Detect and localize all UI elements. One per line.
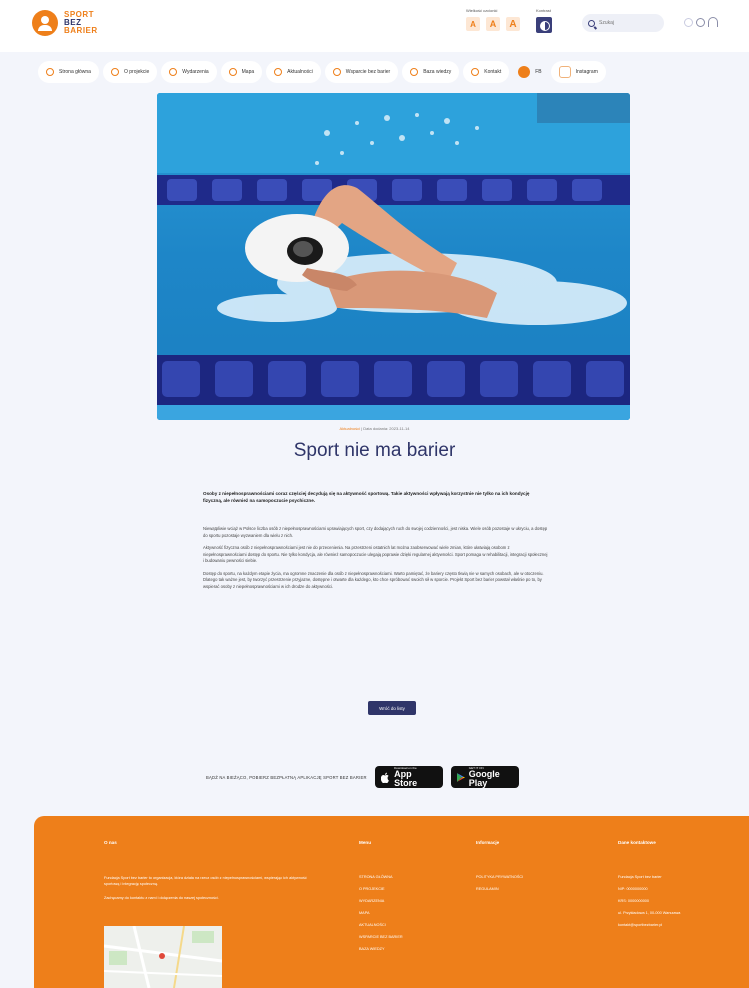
user-icon[interactable] — [708, 17, 718, 27]
article-category[interactable]: Aktualności — [340, 426, 360, 431]
footer-contact-title: Dane kontaktowe — [618, 840, 656, 845]
logo-icon — [32, 10, 58, 36]
nav-item-contact[interactable]: Kontakt — [463, 61, 510, 83]
footer-contact-email[interactable]: kontakt@sportbezbarier.pl — [618, 923, 680, 927]
footer-map[interactable] — [104, 926, 222, 988]
contrast-toggle-button[interactable] — [536, 17, 552, 33]
logo-line-3: BARIER — [64, 26, 98, 35]
footer-contact: Dane kontaktowe Fundacja Sport bez barie… — [618, 840, 680, 935]
header-icons — [684, 17, 718, 27]
home-icon — [46, 68, 54, 76]
nav-item-map[interactable]: Mapa — [220, 61, 263, 83]
footer-contact-item: ul. Przykładowa 1, 00-000 Warszawa — [618, 911, 681, 915]
nav-item-label: Wydarzenia — [182, 69, 209, 75]
nav-item-instagram[interactable]: Instagram — [550, 61, 606, 83]
footer-info-title: Informacje — [476, 840, 500, 845]
footer-about-text: Fundacja Sport bez barier to organizacja… — [104, 876, 307, 886]
footer-menu-link[interactable]: STRONA GŁÓWNA — [359, 875, 403, 879]
footer-info: Informacje POLITYKA PRYWATNOŚCI REGULAMI… — [476, 840, 523, 899]
footer-menu-title: Menu — [359, 840, 371, 845]
font-large-button[interactable]: A — [506, 17, 520, 31]
nav-item-support[interactable]: Wsparcie bez barier — [324, 61, 399, 83]
search-box — [582, 14, 664, 32]
nav-item-label: Mapa — [241, 69, 255, 75]
footer-menu-link[interactable]: BAZA WIEDZY — [359, 947, 403, 951]
footer-contact-item: Fundacja Sport bez barier — [618, 875, 662, 879]
nav-item-label: Wsparcie bez barier — [345, 69, 391, 75]
book-icon — [410, 68, 419, 76]
footer-menu-link[interactable]: O PROJEKCIE — [359, 887, 403, 891]
font-size-label: Wielkość czcionki — [466, 8, 498, 13]
app-store-label: App Store — [394, 768, 418, 788]
nav-item-about[interactable]: O projekcie — [102, 61, 158, 83]
article-hero-image — [157, 93, 630, 420]
map-icon — [228, 68, 237, 76]
article-meta: Aktualności | Data dodania: 2023-11-14 — [0, 426, 749, 431]
footer-about: O nas Fundacja Sport bez barier to organ… — [104, 840, 322, 909]
nav-item-knowledge[interactable]: Baza wiedzy — [402, 61, 460, 83]
footer-contact-item: NIP: 0000000000 — [618, 887, 648, 891]
nav-item-events[interactable]: Wydarzenia — [161, 61, 217, 83]
google-play-label: Google Play — [468, 768, 500, 788]
article-paragraph: Niewątpliwie wciąż w Polsce liczba osób … — [203, 526, 548, 538]
phone-icon — [471, 68, 480, 76]
footer-contact-item: KRS: 0000000000 — [618, 899, 650, 903]
nav-item-facebook[interactable]: FB — [513, 61, 546, 83]
article-body: Osoby z niepełnosprawnościami coraz częś… — [203, 490, 549, 596]
footer-menu-link[interactable]: WSPARCIE BEZ BARIER — [359, 935, 403, 939]
nav-item-home[interactable]: Strona główna — [38, 61, 99, 83]
article-lead: Osoby z niepełnosprawnościami coraz częś… — [203, 491, 530, 503]
footer-info-link[interactable]: REGULAMIN — [476, 887, 523, 891]
nav-item-label: Strona główna — [59, 69, 91, 75]
nav-item-label: Instagram — [575, 69, 598, 75]
map-image — [104, 926, 222, 988]
settings-icon[interactable] — [696, 17, 705, 27]
footer-menu-link[interactable]: WYDARZENIA — [359, 899, 403, 903]
support-icon — [332, 68, 341, 76]
contrast-label: Kontrast — [536, 8, 551, 13]
logo[interactable]: SPORT BEZ BARIER — [32, 10, 98, 36]
nav-item-label: Aktualności — [287, 69, 313, 75]
nav-item-news[interactable]: Aktualności — [266, 61, 321, 83]
logo-text: SPORT BEZ BARIER — [64, 11, 98, 35]
footer-info-link[interactable]: POLITYKA PRYWATNOŚCI — [476, 875, 523, 879]
nav-item-label: FB — [535, 69, 542, 75]
swimmer-photo — [157, 93, 630, 420]
app-download-bar: BĄDŹ NA BIEŻĄCO, POBIERZ BEZPŁATNĄ APLIK… — [206, 766, 519, 788]
footer-about-title: O nas — [104, 840, 117, 845]
facebook-icon — [518, 66, 531, 78]
nav-item-label: Baza wiedzy — [423, 69, 452, 75]
article-title: Sport nie ma barier — [293, 440, 456, 461]
contrast-controls: Kontrast — [536, 8, 552, 33]
google-play-icon — [456, 772, 465, 782]
back-to-list-button[interactable]: Wróć do listy — [368, 701, 416, 715]
footer-menu-link[interactable]: MAPA — [359, 911, 403, 915]
calendar-icon — [169, 68, 178, 76]
footer: O nas Fundacja Sport bez barier to organ… — [34, 816, 749, 988]
news-icon — [274, 68, 283, 76]
accessibility-icon[interactable] — [684, 17, 693, 27]
footer-menu-link[interactable]: AKTUALNOŚCI — [359, 923, 403, 927]
google-play-button[interactable]: GET IT ON Google Play — [450, 766, 519, 788]
nav-item-label: Kontakt — [484, 69, 502, 75]
footer-about-text: Zachęcamy do kontaktu z nami i dołączeni… — [104, 896, 219, 900]
article-paragraph: Dostęp do sportu, na każdym etapie życia… — [203, 570, 544, 589]
font-size-controls: Wielkość czcionki A A A — [466, 8, 520, 31]
footer-menu: Menu STRONA GŁÓWNA O PROJEKCIE WYDARZENI… — [359, 840, 403, 959]
article-date: Data dodania: 2023-11-14 — [363, 426, 410, 431]
search-icon[interactable] — [588, 19, 595, 27]
nav-item-label: O projekcie — [123, 69, 150, 75]
article-paragraph: Aktywność fizyczna osób z niepełnosprawn… — [203, 545, 548, 563]
font-small-button[interactable]: A — [466, 17, 480, 31]
instagram-icon — [558, 66, 571, 78]
app-download-text: BĄDŹ NA BIEŻĄCO, POBIERZ BEZPŁATNĄ APLIK… — [206, 774, 367, 780]
header: SPORT BEZ BARIER Wielkość czcionki A A A… — [0, 0, 749, 52]
font-medium-button[interactable]: A — [486, 17, 500, 31]
app-store-button[interactable]: Download on the App Store — [374, 766, 443, 788]
search-input[interactable] — [599, 20, 655, 26]
info-icon — [110, 68, 119, 76]
apple-icon — [380, 772, 389, 783]
main-nav: Strona główna O projekcie Wydarzenia Map… — [38, 60, 710, 84]
